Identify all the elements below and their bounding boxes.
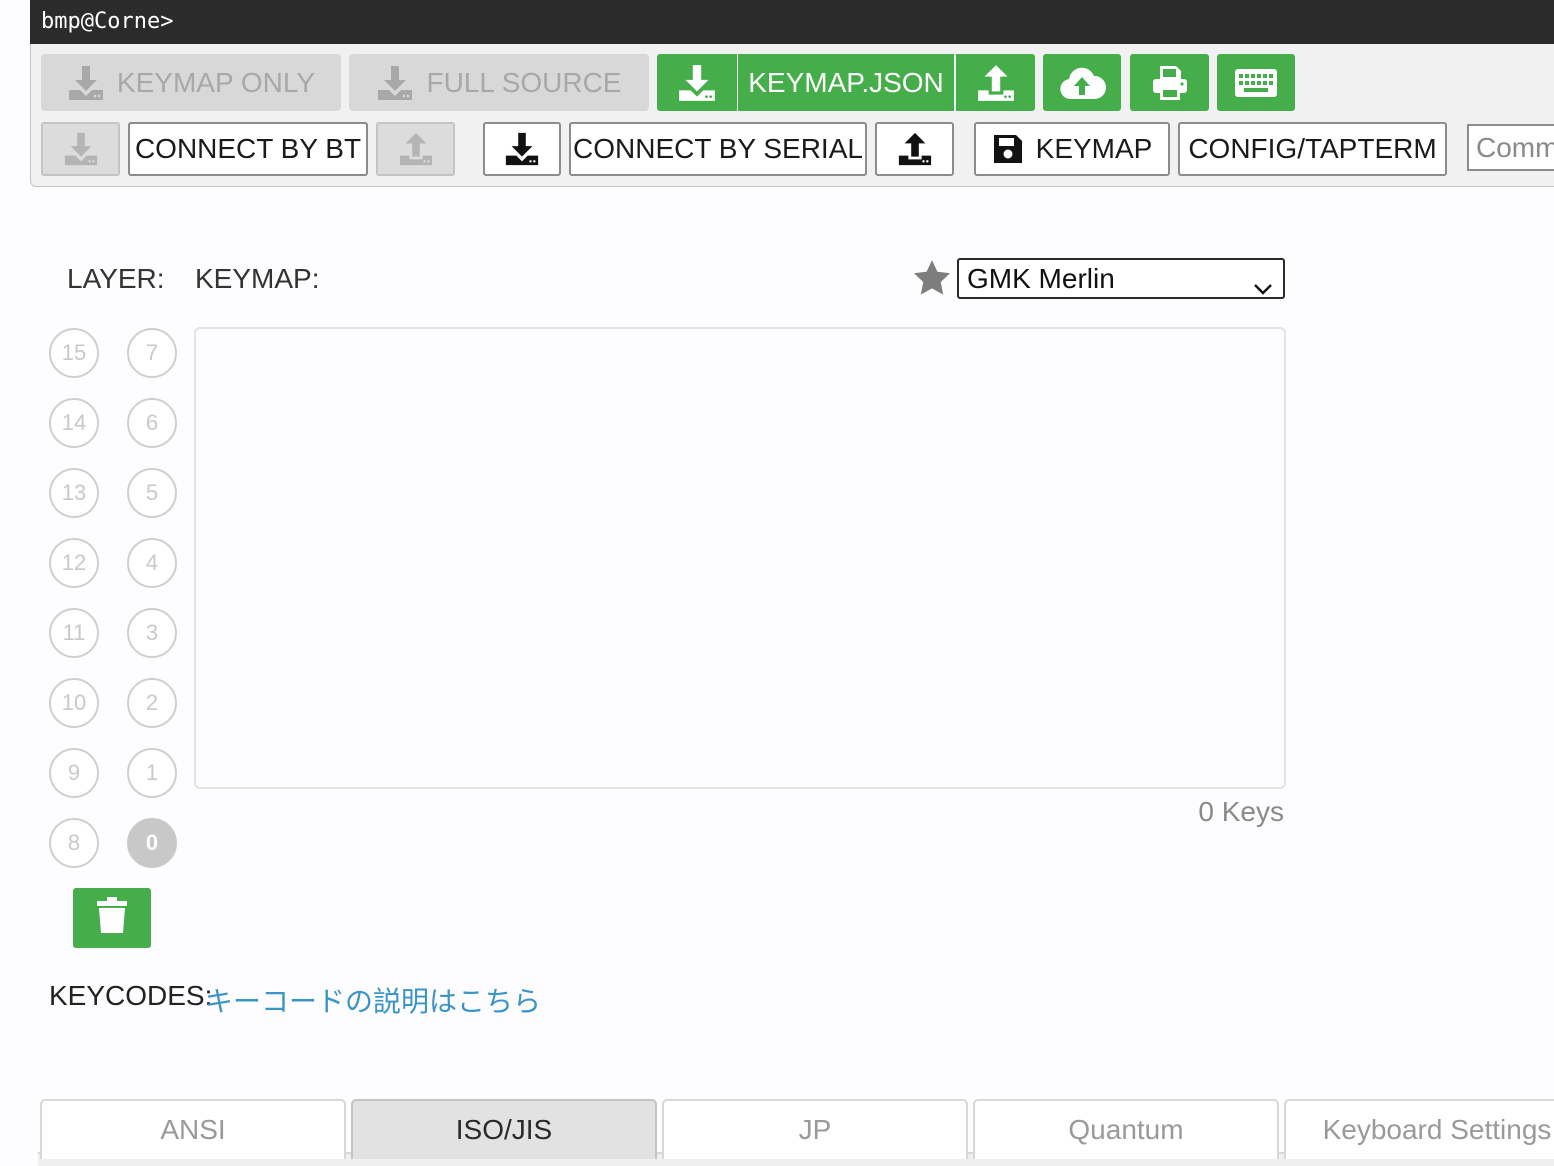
config-tapterm-button[interactable]: CONFIG/TAPTERM bbox=[1178, 122, 1447, 176]
download-icon bbox=[504, 131, 540, 167]
bt-upload-button[interactable] bbox=[376, 122, 455, 176]
layer-button-8[interactable]: 8 bbox=[49, 818, 99, 868]
layer-button-12[interactable]: 12 bbox=[49, 538, 99, 588]
download-icon bbox=[67, 64, 105, 102]
connect-by-bt-label: CONNECT BY BT bbox=[134, 133, 362, 164]
layer-button-4[interactable]: 4 bbox=[127, 538, 177, 588]
key-count: 0 Keys bbox=[1198, 796, 1284, 828]
layer-label: LAYER: bbox=[67, 263, 165, 294]
download-full-source-button[interactable]: FULL SOURCE bbox=[349, 54, 649, 111]
layer-button-15[interactable]: 15 bbox=[49, 328, 99, 378]
upload-icon bbox=[976, 63, 1016, 103]
terminal-prompt[interactable]: bmp@Corne> bbox=[30, 0, 1554, 44]
serial-upload-button[interactable] bbox=[875, 122, 954, 176]
layer-button-1[interactable]: 1 bbox=[127, 748, 177, 798]
layer-button-9[interactable]: 9 bbox=[49, 748, 99, 798]
chevron-down-icon bbox=[1253, 271, 1273, 303]
cloud-upload-icon bbox=[1058, 63, 1106, 103]
trash-icon bbox=[96, 896, 128, 940]
keyboard-icon bbox=[1234, 67, 1278, 99]
download-keymap-only-button[interactable]: KEYMAP ONLY bbox=[41, 54, 341, 111]
keymap-json-label-button[interactable]: KEYMAP.JSON bbox=[738, 54, 954, 111]
command-input[interactable] bbox=[1467, 124, 1554, 171]
download-keymap-json-button[interactable] bbox=[657, 54, 737, 111]
layer-button-11[interactable]: 11 bbox=[49, 608, 99, 658]
tab-keyboard-settings[interactable]: Keyboard Settings bbox=[1284, 1099, 1554, 1159]
layer-button-7[interactable]: 7 bbox=[127, 328, 177, 378]
full-source-label: FULL SOURCE bbox=[426, 66, 622, 98]
print-icon bbox=[1150, 63, 1190, 103]
keycodes-label: KEYCODES: bbox=[49, 980, 213, 1011]
connect-by-serial-label: CONNECT BY SERIAL bbox=[573, 133, 863, 164]
layer-button-13[interactable]: 13 bbox=[49, 468, 99, 518]
cloud-upload-button[interactable] bbox=[1043, 54, 1121, 111]
download-icon bbox=[376, 64, 414, 102]
connect-by-serial-button[interactable]: CONNECT BY SERIAL bbox=[569, 122, 867, 176]
tab-ansi[interactable]: ANSI bbox=[40, 1099, 346, 1159]
layer-button-14[interactable]: 14 bbox=[49, 398, 99, 448]
keymap-only-label: KEYMAP ONLY bbox=[116, 66, 316, 98]
keyboard-button[interactable] bbox=[1217, 54, 1295, 111]
download-icon bbox=[677, 63, 717, 103]
serial-download-button[interactable] bbox=[483, 122, 561, 176]
tab-jp[interactable]: JP bbox=[662, 1099, 968, 1159]
layer-button-10[interactable]: 10 bbox=[49, 678, 99, 728]
tab-quantum[interactable]: Quantum bbox=[973, 1099, 1279, 1159]
theme-select-value: GMK Merlin bbox=[967, 262, 1115, 294]
tab-iso-jis[interactable]: ISO/JIS bbox=[351, 1099, 657, 1159]
layer-button-2[interactable]: 2 bbox=[127, 678, 177, 728]
print-button[interactable] bbox=[1130, 54, 1209, 111]
layer-button-0[interactable]: 0 bbox=[127, 818, 177, 868]
keycodes-help-link[interactable]: キーコードの説明はこちら bbox=[205, 980, 541, 1020]
save-keymap-button[interactable]: KEYMAP bbox=[974, 122, 1170, 176]
upload-icon bbox=[897, 131, 933, 167]
key-count-suffix: Keys bbox=[1221, 796, 1284, 827]
keymap-json-label: KEYMAP.JSON bbox=[748, 66, 944, 98]
keymap-label: KEYMAP bbox=[1035, 133, 1153, 164]
download-icon bbox=[63, 131, 99, 167]
theme-select[interactable]: GMK Merlin bbox=[957, 258, 1285, 299]
layer-button-6[interactable]: 6 bbox=[127, 398, 177, 448]
bt-download-button[interactable] bbox=[41, 122, 120, 176]
layer-button-3[interactable]: 3 bbox=[127, 608, 177, 658]
config-tapterm-label: CONFIG/TAPTERM bbox=[1188, 133, 1437, 164]
save-icon bbox=[992, 133, 1024, 165]
favorite-star-icon[interactable] bbox=[911, 257, 953, 304]
connect-by-bt-button[interactable]: CONNECT BY BT bbox=[128, 122, 368, 176]
delete-layer-button[interactable] bbox=[73, 888, 151, 948]
keymap-label: KEYMAP: bbox=[195, 263, 320, 294]
keymap-canvas[interactable] bbox=[194, 327, 1286, 789]
upload-icon bbox=[398, 131, 434, 167]
key-count-value: 0 bbox=[1198, 796, 1214, 827]
upload-keymap-json-button[interactable] bbox=[956, 54, 1035, 111]
layer-button-5[interactable]: 5 bbox=[127, 468, 177, 518]
